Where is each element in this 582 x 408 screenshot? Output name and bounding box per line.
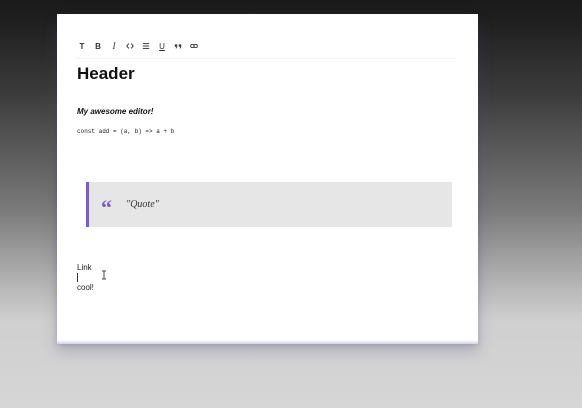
quote-text[interactable]: "Quote" — [126, 199, 159, 210]
link-line[interactable]: Link — [77, 263, 92, 272]
editor-subtitle[interactable]: My awesome editor! — [77, 107, 153, 116]
link-button[interactable] — [189, 40, 199, 52]
list-button[interactable] — [141, 40, 151, 52]
formatting-toolbar: T B I U — [77, 38, 456, 59]
code-button[interactable] — [125, 40, 135, 52]
italic-button[interactable]: I — [109, 40, 119, 52]
text-caret — [77, 273, 78, 282]
quote-button[interactable] — [173, 40, 183, 52]
editor-header[interactable]: Header — [77, 64, 135, 84]
blockquote[interactable]: “ "Quote" — [86, 182, 452, 227]
quote-mark-icon: “ — [101, 194, 112, 220]
ibeam-cursor-icon — [102, 270, 106, 280]
text-format-button[interactable]: T — [77, 40, 87, 52]
card-shadow-edge — [57, 340, 478, 344]
editor-card: T B I U Header My awesome editor! const … — [57, 14, 478, 344]
cool-line[interactable]: cool! — [77, 283, 94, 292]
underline-button[interactable]: U — [157, 40, 167, 52]
bold-button[interactable]: B — [93, 40, 103, 52]
quote-icon — [174, 44, 182, 49]
code-block[interactable]: const add = (a, b) => a + b — [77, 128, 174, 135]
link-icon — [190, 43, 198, 49]
list-icon — [142, 43, 150, 49]
code-icon — [126, 43, 134, 49]
